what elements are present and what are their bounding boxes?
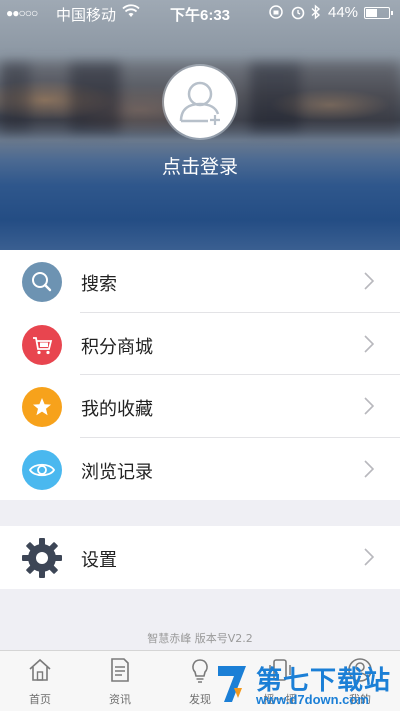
tab-home[interactable]: 首页 xyxy=(0,651,80,711)
bluetooth-icon xyxy=(310,4,322,24)
watermark: 第七下载站 www.d7down.com xyxy=(210,658,400,711)
chevron-right-icon xyxy=(364,334,375,357)
menu-item-label: 积分商城 xyxy=(81,336,153,358)
tab-news[interactable]: 资讯 xyxy=(80,651,160,711)
login-link[interactable]: 点击登录 xyxy=(0,152,400,179)
eye-icon xyxy=(22,449,62,490)
document-icon xyxy=(107,657,133,687)
alarm-icon xyxy=(290,4,306,24)
signal-strength: ●●○○○ xyxy=(6,6,38,20)
wifi-icon xyxy=(122,4,140,22)
menu-item-label: 搜索 xyxy=(81,274,117,295)
menu-item-label: 设置 xyxy=(81,550,117,571)
menu-item-label: 浏览记录 xyxy=(81,461,153,483)
status-bar: ●●○○○ 中国移动 下午6:33 44% xyxy=(0,0,400,26)
profile-header: ●●○○○ 中国移动 下午6:33 44% 点击登录 xyxy=(0,0,400,250)
cart-icon xyxy=(22,324,62,365)
menu-item-settings[interactable]: 设置 xyxy=(0,526,400,589)
battery-icon xyxy=(364,7,393,19)
menu-item-history[interactable]: 浏览记录 xyxy=(0,438,400,501)
orientation-lock-icon xyxy=(268,4,284,24)
version-text: 智慧赤峰 版本号V2.2 xyxy=(147,632,253,645)
carrier-name: 中国移动 xyxy=(56,7,117,24)
tab-label: 首页 xyxy=(29,693,51,706)
tab-label: 资讯 xyxy=(109,693,131,706)
home-icon xyxy=(27,657,53,687)
chevron-right-icon xyxy=(364,272,375,294)
menu-item-label: 我的收藏 xyxy=(81,399,153,420)
add-user-icon xyxy=(179,81,220,125)
watermark-logo-icon xyxy=(218,666,246,702)
chevron-right-icon xyxy=(364,548,375,570)
clock-time: 下午6:33 xyxy=(170,7,231,24)
chevron-right-icon xyxy=(364,397,375,419)
chevron-right-icon xyxy=(364,459,375,482)
avatar[interactable] xyxy=(164,66,236,138)
watermark-url: www.d7down.com xyxy=(256,692,369,707)
menu-item-points-mall[interactable]: 积分商城 xyxy=(0,313,400,375)
menu-item-favorites[interactable]: 我的收藏 xyxy=(0,375,400,438)
menu-list: 搜索 积分商城 我的收藏 浏览记录 xyxy=(0,250,400,500)
menu-item-search[interactable]: 搜索 xyxy=(0,250,400,313)
gear-icon xyxy=(20,536,64,580)
battery-percent: 44% xyxy=(328,4,359,21)
star-icon xyxy=(22,387,62,427)
search-icon xyxy=(22,262,62,302)
settings-group: 设置 xyxy=(0,526,400,589)
